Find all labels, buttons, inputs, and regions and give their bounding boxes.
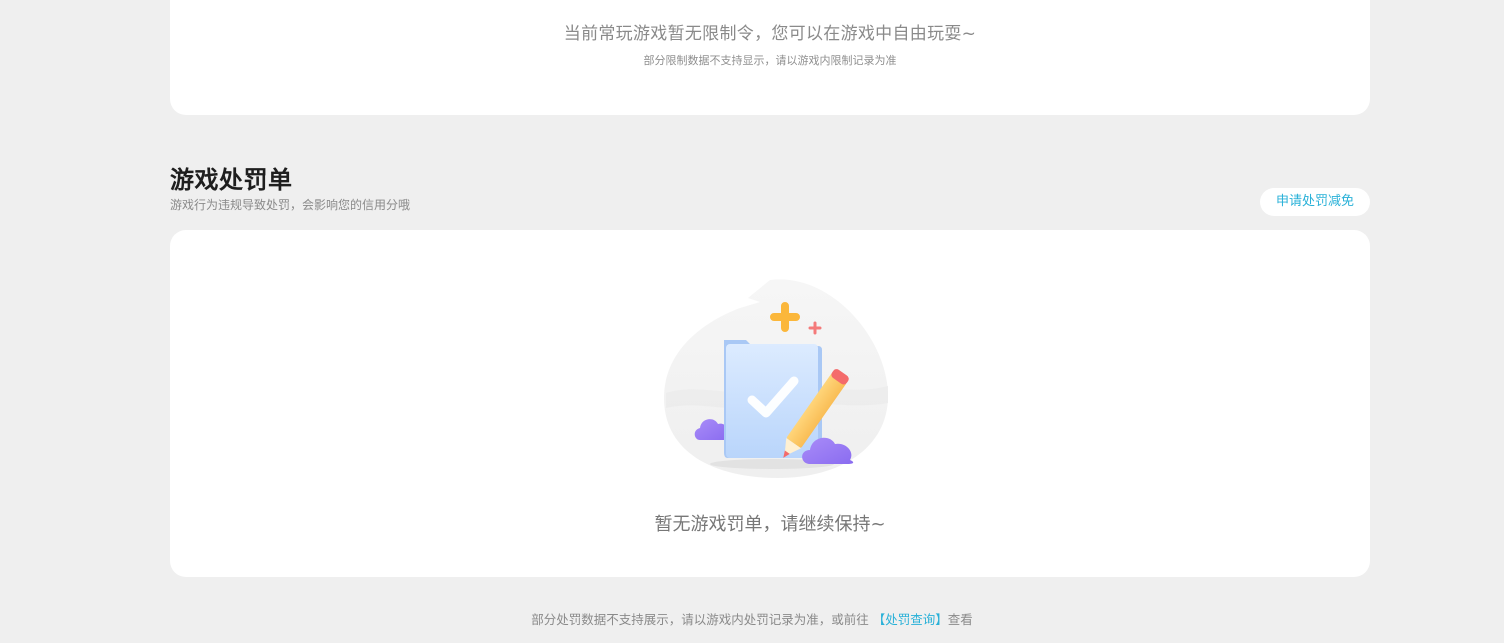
footer-note-suffix: 查看 bbox=[947, 612, 973, 627]
restriction-card: 当前常玩游戏暂无限制令，您可以在游戏中自由玩耍~ 部分限制数据不支持显示，请以游… bbox=[170, 0, 1370, 115]
penalty-section-title: 游戏处罚单 bbox=[170, 166, 293, 194]
apply-penalty-reduction-button[interactable]: 申请处罚减免 bbox=[1260, 188, 1370, 216]
penalty-query-link[interactable]: 【处罚查询】 bbox=[873, 612, 948, 627]
empty-penalty-message: 暂无游戏罚单，请继续保持~ bbox=[654, 514, 886, 535]
penalty-card: 暂无游戏罚单，请继续保持~ bbox=[170, 230, 1370, 577]
empty-state-illustration bbox=[664, 279, 888, 478]
page: 当前常玩游戏暂无限制令，您可以在游戏中自由玩耍~ 部分限制数据不支持显示，请以游… bbox=[0, 0, 1504, 643]
footer-note-prefix: 部分处罚数据不支持展示，请以游戏内处罚记录为准，或前往 bbox=[531, 612, 869, 627]
restriction-note: 部分限制数据不支持显示，请以游戏内限制记录为准 bbox=[643, 54, 897, 67]
footer-note: 部分处罚数据不支持展示，请以游戏内处罚记录为准，或前往 【处罚查询】查看 bbox=[0, 609, 1504, 628]
restriction-message: 当前常玩游戏暂无限制令，您可以在游戏中自由玩耍~ bbox=[563, 24, 977, 44]
penalty-section-subtitle: 游戏行为违规导致处罚，会影响您的信用分哦 bbox=[170, 198, 411, 212]
